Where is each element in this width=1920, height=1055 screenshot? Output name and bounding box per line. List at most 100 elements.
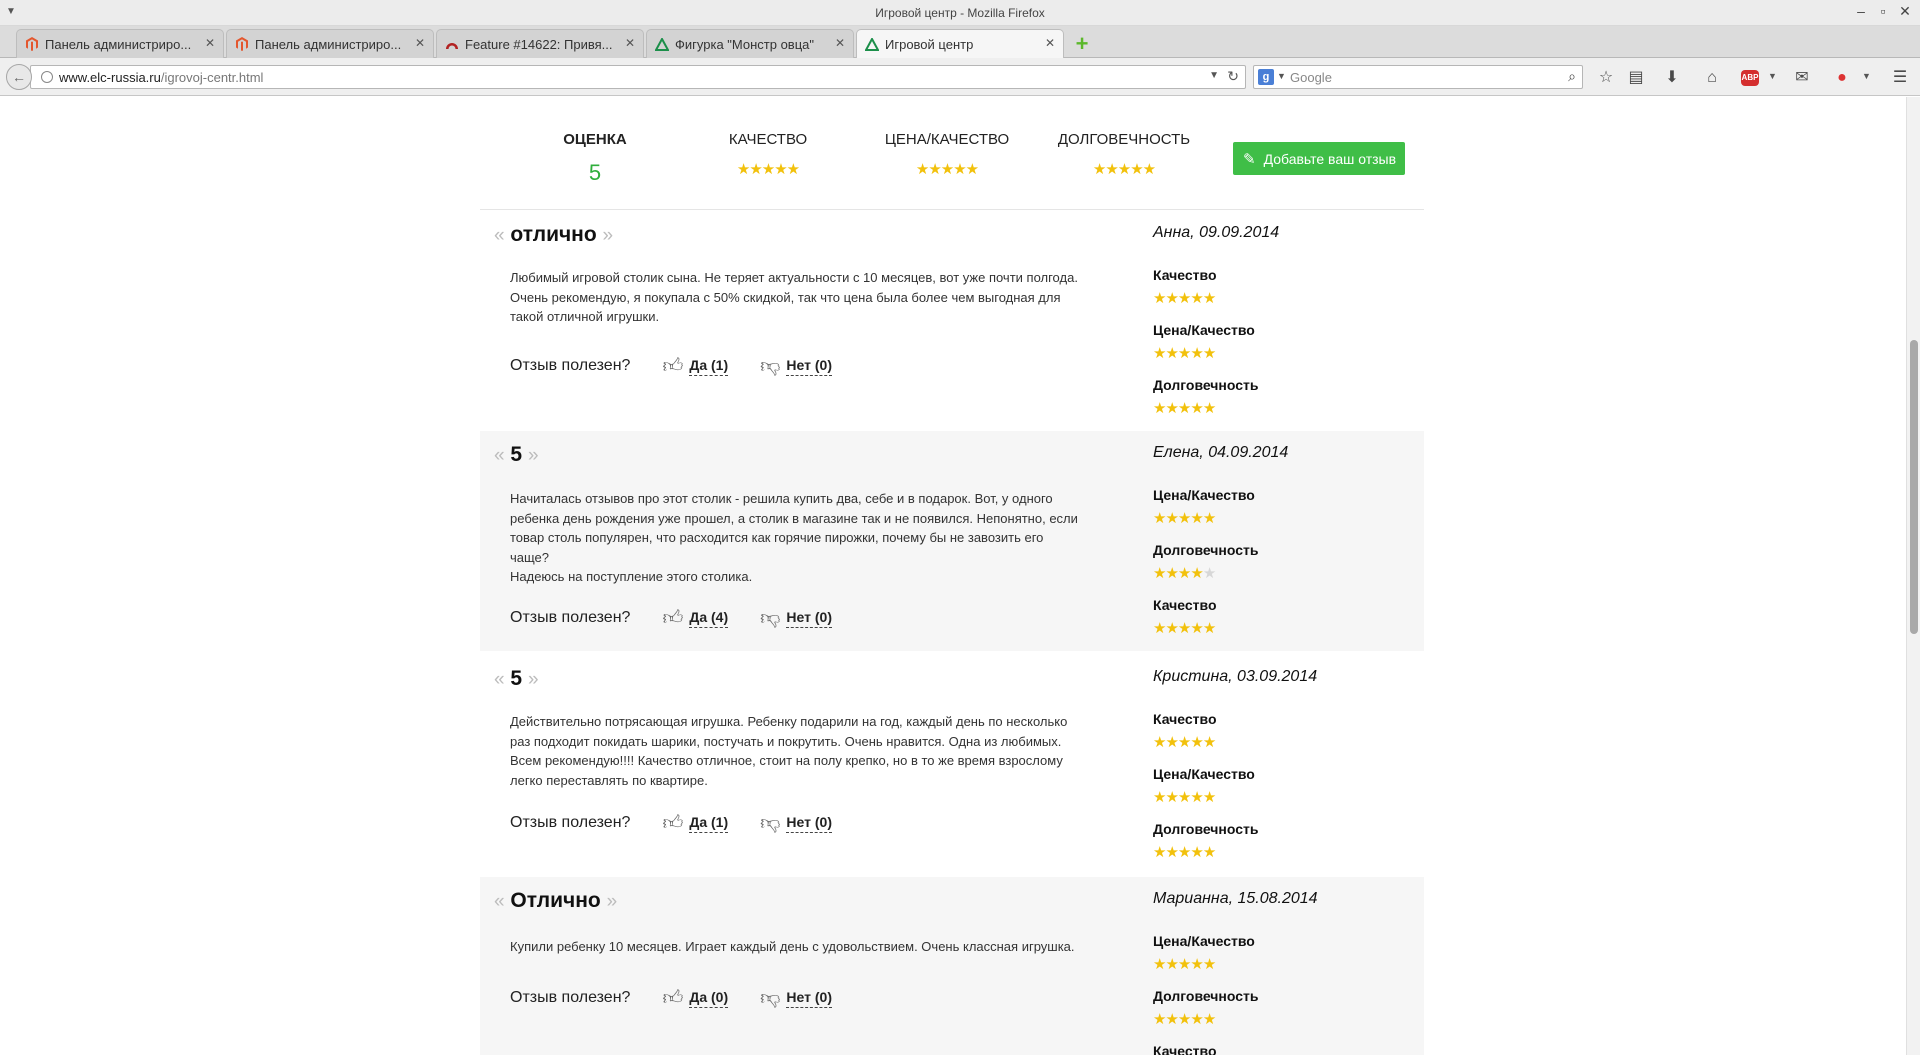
tab-close-icon[interactable]: ✕	[625, 36, 635, 50]
criterion-stars: ★★★★★	[1153, 957, 1413, 972]
tab-close-icon[interactable]: ✕	[835, 36, 845, 50]
star-filled-icon: ★	[1177, 400, 1191, 417]
reload-icon[interactable]: ↻	[1227, 68, 1239, 85]
criterion-name: Цена/Качество	[1153, 933, 1255, 949]
review-meta: Кристина, 03.09.2014 Качество ★★★★★ Цена…	[1153, 668, 1413, 860]
page-scrollbar[interactable]	[1906, 97, 1920, 1055]
star-filled-icon: ★	[1202, 789, 1216, 806]
star-filled-icon: ★	[1130, 161, 1143, 178]
quality-label: КАЧЕСТВО	[728, 131, 808, 148]
star-filled-icon: ★	[1165, 734, 1178, 751]
review-author-date: Кристина, 03.09.2014	[1153, 668, 1318, 685]
vote-no-button[interactable]: 👎︎ Нет (0)	[760, 811, 832, 835]
star-filled-icon: ★	[749, 161, 762, 178]
star-filled-icon: ★	[1177, 844, 1191, 861]
criterion-stars: ★★★★★	[1153, 511, 1413, 526]
criterion-name: Долговечность	[1153, 821, 1259, 837]
tab-close-icon[interactable]: ✕	[1045, 36, 1055, 50]
star-filled-icon: ★	[1177, 565, 1191, 582]
rating-label: ОЦЕНКА	[563, 131, 627, 148]
mail-icon[interactable]: ✉	[1792, 68, 1812, 88]
add-review-label: Добавьте ваш отзыв	[1263, 150, 1397, 167]
star-filled-icon: ★	[965, 161, 979, 178]
star-filled-icon: ★	[1092, 161, 1106, 178]
tab-close-icon[interactable]: ✕	[415, 36, 425, 50]
star-filled-icon: ★	[1177, 620, 1191, 637]
helpful-question: Отзыв полезен?	[510, 989, 631, 1006]
vote-yes-button[interactable]: 👍︎ Да (0)	[662, 986, 729, 1010]
review-text: Начиталась отзывов про этот столик - реш…	[510, 491, 1078, 584]
maximize-icon[interactable]: ▫	[1872, 3, 1894, 19]
criterion-stars: ★★★★★	[1153, 566, 1413, 581]
star-filled-icon: ★	[786, 161, 800, 178]
star-filled-icon: ★	[1153, 345, 1166, 362]
add-review-button[interactable]: ✎ Добавьте ваш отзыв	[1233, 142, 1405, 175]
tab-feature[interactable]: Feature #14622: Привя... ✕	[436, 29, 644, 58]
star-filled-icon: ★	[953, 161, 966, 178]
search-icon[interactable]: ⌕	[1568, 68, 1576, 85]
star-filled-icon: ★	[1165, 510, 1178, 527]
durability-stars: ★★★★★	[1054, 162, 1194, 177]
adblock-dropdown-icon[interactable]: ▼	[1768, 71, 1777, 81]
address-bar[interactable]: www.elc-russia.ru/igrovoj-centr.html ▼ ↻	[30, 65, 1246, 89]
vote-yes-button[interactable]: 👍︎ Да (4)	[662, 606, 729, 630]
star-filled-icon: ★	[1165, 400, 1178, 417]
redmine-icon	[445, 37, 459, 51]
criterion-stars: ★★★★★	[1153, 346, 1413, 361]
bookmark-star-icon[interactable]: ☆	[1596, 68, 1616, 88]
vote-yes-button[interactable]: 👍︎ Да (1)	[662, 811, 729, 835]
star-filled-icon: ★	[1153, 1011, 1166, 1028]
history-dropdown-icon[interactable]: ▼	[1209, 70, 1219, 81]
vote-yes-button[interactable]: 👍︎ Да (1)	[662, 354, 729, 378]
criterion-name: Качество	[1153, 597, 1217, 613]
address-url[interactable]: www.elc-russia.ru/igrovoj-centr.html	[59, 70, 263, 85]
tab-bar: Панель администриро... ✕ Панель админист…	[0, 26, 1920, 59]
extension-icon[interactable]: ●	[1832, 68, 1852, 88]
star-filled-icon: ★	[736, 161, 750, 178]
download-icon[interactable]: ⬇	[1662, 68, 1682, 88]
review-title: « 5 »	[494, 667, 539, 690]
tab-game-center[interactable]: Игровой центр ✕	[856, 29, 1064, 59]
extension-dropdown-icon[interactable]: ▼	[1862, 71, 1871, 81]
review-author-date: Анна, 09.09.2014	[1153, 224, 1280, 241]
criterion-name: Качество	[1153, 267, 1217, 283]
star-filled-icon: ★	[915, 161, 929, 178]
home-icon[interactable]: ⌂	[1702, 68, 1722, 88]
google-icon[interactable]: g	[1258, 69, 1274, 85]
bookmarks-list-icon[interactable]: ▤	[1626, 68, 1646, 88]
review-title: « 5 »	[494, 443, 539, 466]
tab-admin-2[interactable]: Панель администриро... ✕	[226, 29, 434, 58]
search-bar[interactable]: g ▼ Google ⌕	[1253, 65, 1583, 89]
navigation-toolbar: www.elc-russia.ru/igrovoj-centr.html ▼ ↻…	[0, 58, 1920, 96]
thumbs-down-icon: 👎︎	[760, 812, 781, 834]
review-author-date: Елена, 04.09.2014	[1153, 444, 1289, 461]
menu-icon[interactable]: ☰	[1890, 68, 1910, 88]
adblock-icon[interactable]: ABP	[1741, 70, 1759, 86]
star-filled-icon: ★	[1165, 844, 1178, 861]
criterion-stars: ★★★★★	[1153, 735, 1413, 750]
thumbs-down-icon: 👎︎	[760, 987, 781, 1009]
star-filled-icon: ★	[1202, 345, 1216, 362]
engine-dropdown-icon[interactable]: ▼	[1277, 71, 1286, 81]
vote-no-button[interactable]: 👎︎ Нет (0)	[760, 986, 832, 1010]
minimize-icon[interactable]: –	[1850, 3, 1872, 19]
vote-no-button[interactable]: 👎︎ Нет (0)	[760, 606, 832, 630]
tab-close-icon[interactable]: ✕	[205, 36, 215, 50]
site-icon	[865, 37, 879, 51]
thumbs-up-icon: 👍︎	[662, 355, 684, 377]
star-filled-icon: ★	[1165, 620, 1178, 637]
star-filled-icon: ★	[774, 161, 787, 178]
scrollbar-thumb[interactable]	[1910, 340, 1918, 634]
summary-price-quality: ЦЕНА/КАЧЕСТВО ★★★★★	[877, 131, 1017, 177]
close-window-icon[interactable]: ✕	[1894, 3, 1916, 20]
tab-admin-1[interactable]: Панель администриро... ✕	[16, 29, 224, 58]
tab-figurine[interactable]: Фигурка "Монстр овца" ✕	[646, 29, 854, 58]
back-button[interactable]: ←	[6, 64, 32, 90]
window-title: Игровой центр - Mozilla Firefox	[875, 6, 1045, 20]
pencil-icon: ✎	[1243, 150, 1256, 168]
new-tab-icon[interactable]: +	[1071, 33, 1093, 56]
star-empty-icon: ★	[1202, 565, 1216, 582]
helpful-row: Отзыв полезен? 👍︎ Да (1) 👎︎ Нет (0)	[510, 811, 832, 835]
magento-icon	[25, 37, 39, 51]
vote-no-button[interactable]: 👎︎ Нет (0)	[760, 354, 832, 378]
